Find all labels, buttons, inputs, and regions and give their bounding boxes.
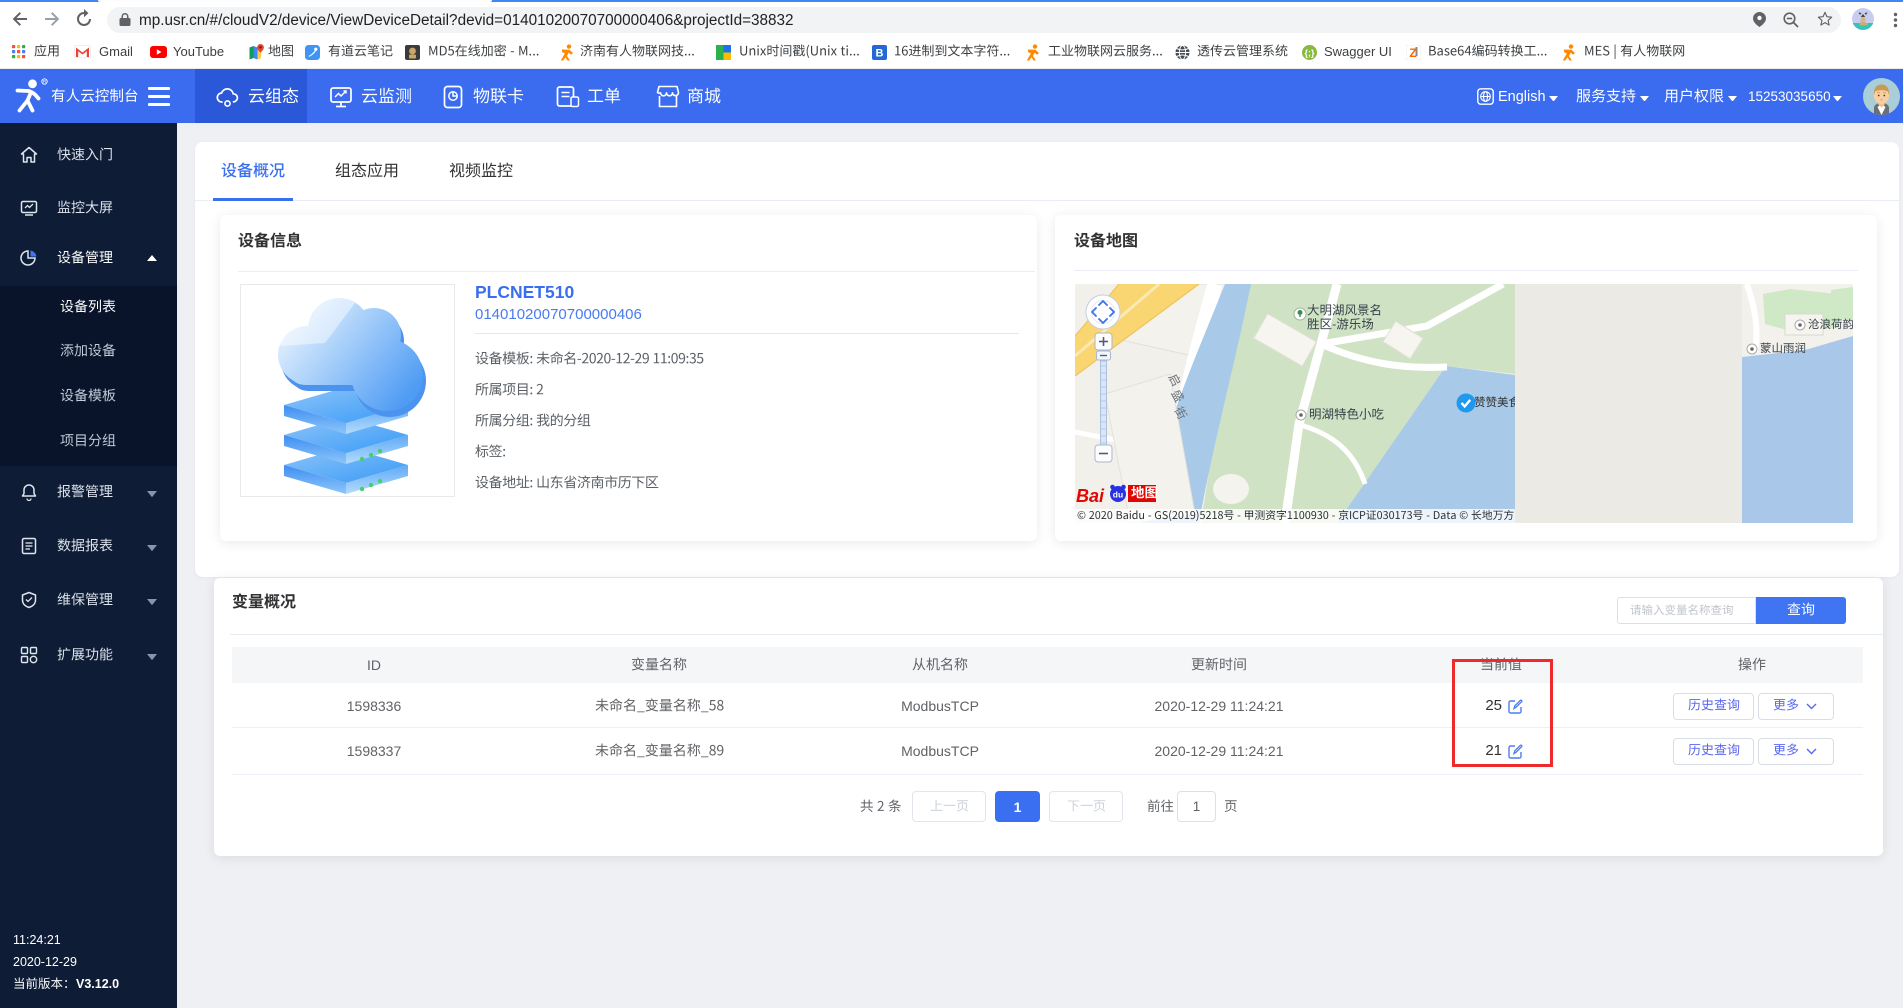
svg-text:du: du bbox=[1113, 490, 1123, 500]
svg-text:{;}: {;} bbox=[1304, 48, 1314, 58]
svg-text:B: B bbox=[876, 48, 884, 60]
svg-text:Bai: Bai bbox=[1076, 486, 1105, 506]
